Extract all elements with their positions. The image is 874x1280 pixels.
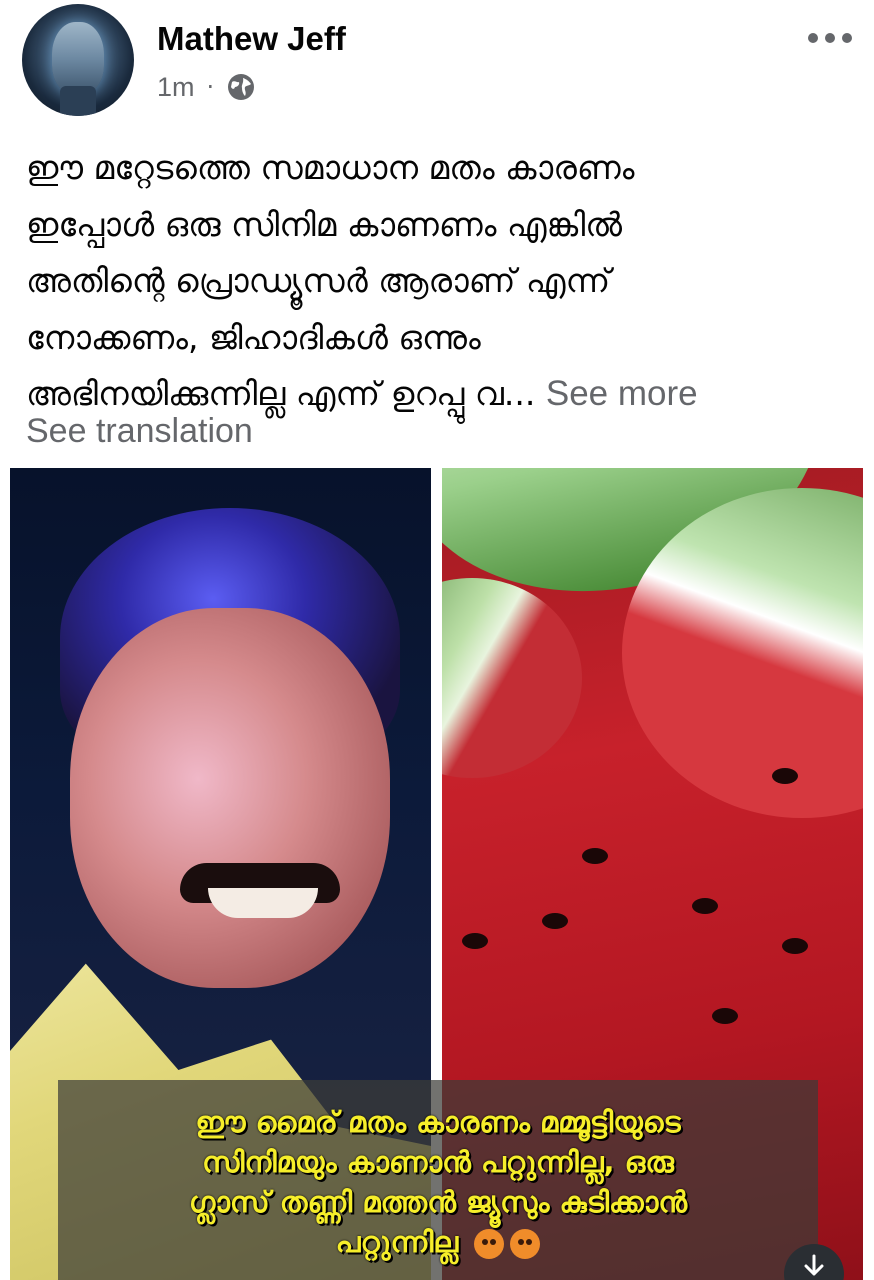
caption-line: സിനിമയും കാണാൻ പറ്റുന്നില്ല, ഒരു <box>202 1145 674 1179</box>
watermelon-seed <box>782 938 808 954</box>
caption-line: ഗ്ലാസ് തണ്ണി മത്തൻ ജ്യൂസും കുടിക്കാൻ <box>188 1185 688 1219</box>
watermelon-seed <box>692 898 718 914</box>
dot <box>825 33 835 43</box>
post-text-line: അഭിനയിക്കുന്നില്ല എന്ന് ഉറപ്പു വ... <box>26 374 536 413</box>
post-image[interactable]: ഈ മൈര് മതം കാരണം മമ്മൂട്ടിയുടെ സിനിമയും … <box>10 468 863 1280</box>
more-horizontal-icon[interactable] <box>808 30 852 46</box>
post-meta: 1m · <box>157 70 256 104</box>
caption-line-last: പറ്റുന്നില്ല <box>58 1222 818 1262</box>
post-text-line: നോക്കണം, ജിഹാദികൾ ഒന്നും <box>26 317 481 357</box>
dot <box>808 33 818 43</box>
avatar[interactable] <box>22 4 134 116</box>
watermelon-seed <box>462 933 488 949</box>
avatar-face <box>52 22 104 94</box>
caption-line: പറ്റുന്നില്ല <box>335 1225 459 1259</box>
author-name[interactable]: Mathew Jeff <box>157 20 346 58</box>
dot <box>842 33 852 43</box>
watermelon-rind <box>442 578 582 778</box>
image-caption-box: ഈ മൈര് മതം കാരണം മമ്മൂട്ടിയുടെ സിനിമയും … <box>58 1080 818 1280</box>
watermelon-seed <box>712 1008 738 1024</box>
post-time[interactable]: 1m <box>157 72 195 103</box>
post-text-line: അതിന്റെ പ്രൊഡ്യൂസർ ആരാണ് എന്ന് <box>26 261 611 300</box>
watermelon-seed <box>542 913 568 929</box>
globe-icon[interactable] <box>226 72 256 102</box>
caption-line: ഈ മൈര് മതം കാരണം മമ്മൂട്ടിയുടെ <box>195 1105 681 1139</box>
post-header: Mathew Jeff 1m · <box>0 0 874 120</box>
image-caption: ഈ മൈര് മതം കാരണം മമ്മൂട്ടിയുടെ സിനിമയും … <box>58 1102 818 1262</box>
angry-face-icon <box>510 1229 541 1259</box>
actor-smile <box>208 888 318 918</box>
avatar-neck <box>60 86 96 116</box>
arrow-down-icon <box>804 1254 824 1276</box>
post-text-line: ഇപ്പോൾ ഒരു സിനിമ കാണണം എങ്കിൽ <box>26 204 623 244</box>
post-text-line: ഈ മറ്റേടത്തെ സമാധാന മതം കാരണം <box>26 148 635 187</box>
angry-face-icon <box>474 1229 505 1259</box>
watermelon-seed <box>582 848 608 864</box>
actor-face <box>70 608 390 988</box>
see-translation-link[interactable]: See translation <box>26 412 253 451</box>
meta-separator: · <box>206 73 215 101</box>
see-more-link[interactable]: See more <box>546 374 698 413</box>
post-text: ഈ മറ്റേടത്തെ സമാധാന മതം കാരണം ഇപ്പോൾ ഒരു… <box>26 140 856 423</box>
watermelon-seed <box>772 768 798 784</box>
